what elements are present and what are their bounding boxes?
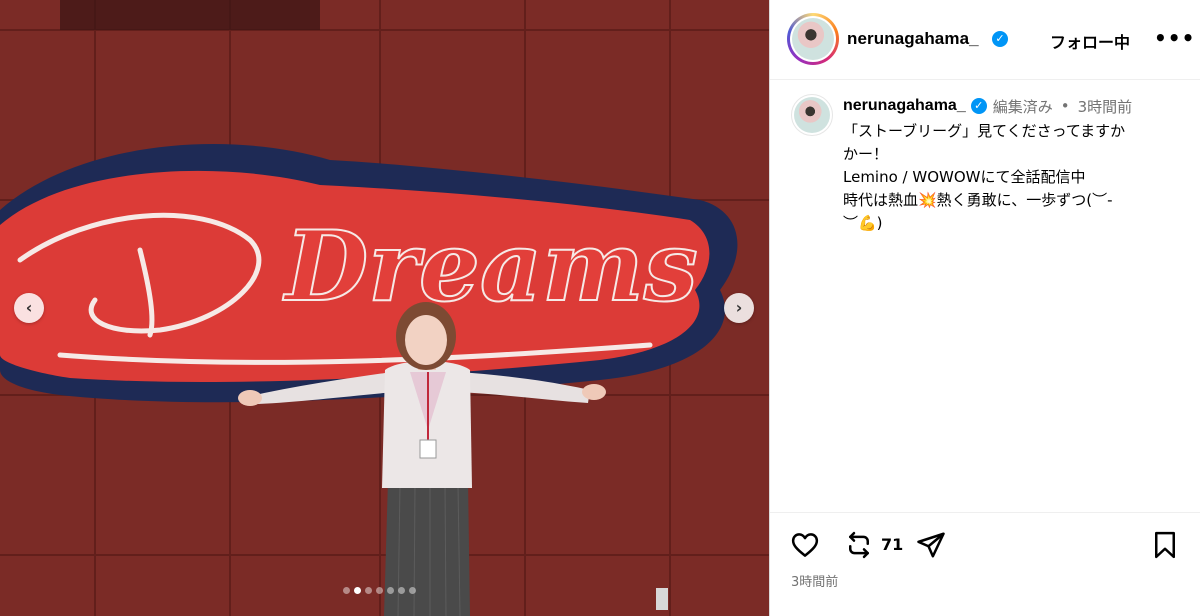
photo-scene: Dreams [0, 0, 769, 616]
action-bar: 71 3時間前 [770, 512, 1200, 616]
post-timestamp[interactable]: 3時間前 [791, 571, 838, 590]
verified-badge-icon: ✓ [992, 31, 1008, 47]
avatar[interactable] [787, 13, 839, 65]
verified-badge-icon: ✓ [970, 98, 987, 114]
caption-avatar[interactable] [791, 94, 833, 136]
edited-label: 編集済み [992, 97, 1053, 116]
chevron-left-icon: ‹ [25, 298, 33, 317]
repost-count: 71 [881, 535, 904, 554]
following-button[interactable]: フォロー中 [1050, 29, 1130, 53]
more-options-icon[interactable]: ••• [1154, 26, 1195, 50]
caption-line: 時代は熱血💥熱く勇敢に、一歩ずつ(︶- [843, 191, 1113, 209]
like-button[interactable] [790, 530, 820, 560]
caption-line: ︶💪) [843, 214, 883, 232]
post-header: nerunagahama_ ✓ フォロー中 ••• [770, 0, 1200, 80]
repost-icon [849, 531, 869, 559]
separator-dot: • [1060, 97, 1070, 115]
carousel-dot [376, 587, 383, 594]
caption-line: 「ストーブリーグ」見てくださってますか [843, 122, 1126, 140]
caption-header: nerunagahama_ ✓ 編集済み • 3時間前 [843, 95, 1132, 117]
username-link[interactable]: nerunagahama_ [847, 29, 979, 49]
carousel-dot [365, 587, 372, 594]
wall-sign-text: Dreams [282, 210, 698, 323]
carousel-dot [409, 587, 416, 594]
repost-button[interactable] [844, 530, 874, 560]
heart-icon [791, 533, 819, 557]
caption-username-link[interactable]: nerunagahama_ [843, 97, 966, 115]
chevron-right-icon: › [735, 298, 743, 317]
carousel-indicator [343, 587, 416, 594]
save-button[interactable] [1150, 530, 1180, 560]
send-icon [917, 532, 945, 558]
carousel-dot [398, 587, 405, 594]
caption-line: Lemino / WOWOWにて全話配信中 [843, 168, 1086, 186]
post-image[interactable]: Dreams ‹ › [0, 0, 769, 616]
carousel-dot [387, 587, 394, 594]
caption-line: かー！ [843, 145, 889, 163]
carousel-prev-button[interactable]: ‹ [14, 293, 44, 323]
carousel-dot [343, 587, 350, 594]
caption-time[interactable]: 3時間前 [1078, 96, 1133, 117]
bookmark-icon [1155, 531, 1175, 559]
carousel-dot [354, 587, 361, 594]
post-side-panel: nerunagahama_ ✓ フォロー中 ••• nerunagahama_ … [769, 0, 1200, 616]
caption-text: 「ストーブリーグ」見てくださってますか かー！ Lemino / WOWOWにて… [843, 120, 1188, 235]
share-button[interactable] [916, 530, 946, 560]
carousel-next-button[interactable]: › [724, 293, 754, 323]
